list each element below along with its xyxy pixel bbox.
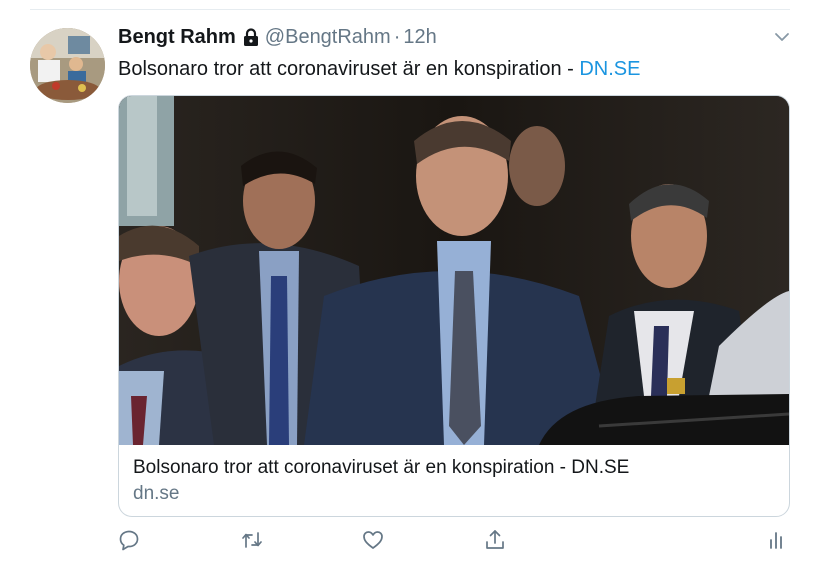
tweet-text: Bolsonaro tror att coronaviruset är en k…	[118, 56, 640, 82]
share-icon[interactable]	[483, 528, 507, 552]
retweet-icon[interactable]	[240, 528, 264, 552]
tweet-body: Bolsonaro tror att coronaviruset är en k…	[118, 58, 580, 80]
chevron-down-icon[interactable]	[774, 30, 790, 42]
avatar[interactable]	[30, 28, 105, 103]
reply-icon[interactable]	[117, 528, 141, 552]
divider	[30, 9, 790, 10]
tweet-link[interactable]: DN.SE	[579, 58, 640, 80]
like-icon[interactable]	[361, 528, 385, 552]
separator-dot: ·	[393, 25, 401, 48]
card-domain: dn.se	[133, 483, 180, 504]
news-photo	[119, 96, 789, 445]
author-handle[interactable]: @BengtRahm	[265, 26, 391, 49]
avatar-photo	[30, 28, 105, 103]
author-name[interactable]: Bengt Rahm	[118, 26, 236, 49]
tweet-header: Bengt Rahm @BengtRahm · 12h	[118, 24, 437, 50]
timestamp[interactable]: 12h	[403, 26, 436, 49]
lock-icon	[243, 28, 259, 46]
link-card[interactable]: Bolsonaro tror att coronaviruset är en k…	[118, 95, 790, 517]
analytics-icon[interactable]	[764, 528, 788, 552]
card-title: Bolsonaro tror att coronaviruset är en k…	[133, 457, 630, 478]
card-image[interactable]	[119, 96, 789, 445]
